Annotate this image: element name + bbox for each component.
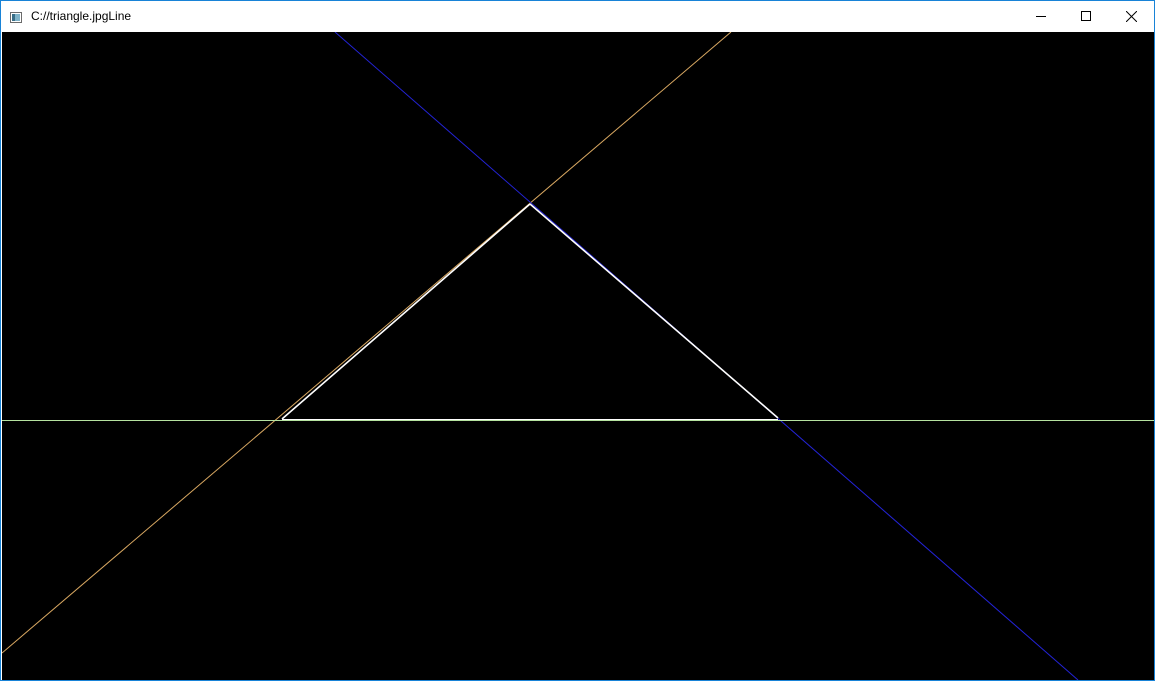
left-detected-line (2, 32, 732, 654)
line-drawing (2, 32, 1154, 680)
app-window-icon[interactable] (10, 10, 22, 23)
triangle-right-edge (529, 203, 779, 419)
minimize-icon (1036, 11, 1046, 21)
title-bar[interactable]: C://triangle.jpgLine (1, 1, 1154, 31)
image-canvas (2, 32, 1154, 680)
maximize-icon (1081, 11, 1091, 21)
maximize-button[interactable] (1063, 1, 1109, 31)
image-window: C://triangle.jpgLine (0, 0, 1155, 681)
close-button[interactable] (1108, 1, 1154, 31)
triangle-left-edge (281, 203, 531, 420)
close-icon (1125, 10, 1137, 22)
window-title: C://triangle.jpgLine (31, 9, 132, 23)
minimize-button[interactable] (1018, 1, 1064, 31)
